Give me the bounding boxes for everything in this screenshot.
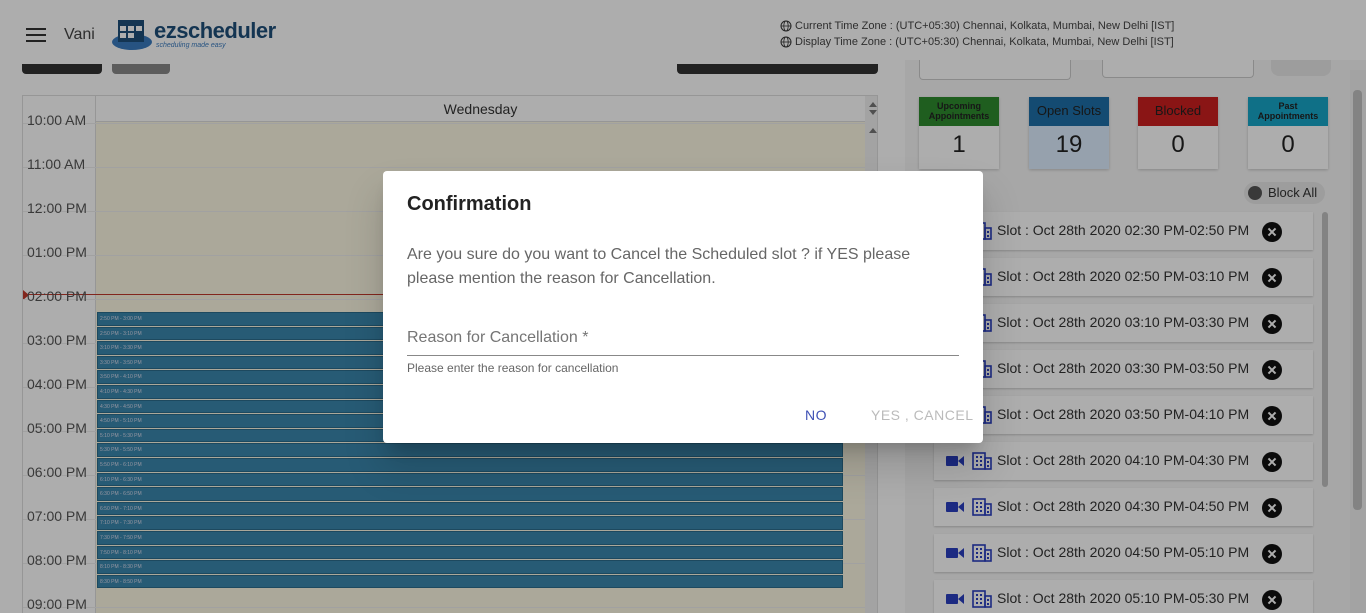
cancellation-reason-input[interactable]: Reason for Cancellation * bbox=[407, 329, 959, 356]
dialog-message: Are you sure do you want to Cancel the S… bbox=[407, 246, 911, 287]
confirmation-dialog: Confirmation Are you sure do you want to… bbox=[383, 171, 983, 443]
reason-hint: Please enter the reason for cancellation bbox=[407, 361, 619, 375]
no-button[interactable]: NO bbox=[805, 407, 827, 423]
yes-cancel-button[interactable]: YES , CANCEL bbox=[871, 407, 973, 423]
dialog-title: Confirmation bbox=[407, 193, 532, 215]
